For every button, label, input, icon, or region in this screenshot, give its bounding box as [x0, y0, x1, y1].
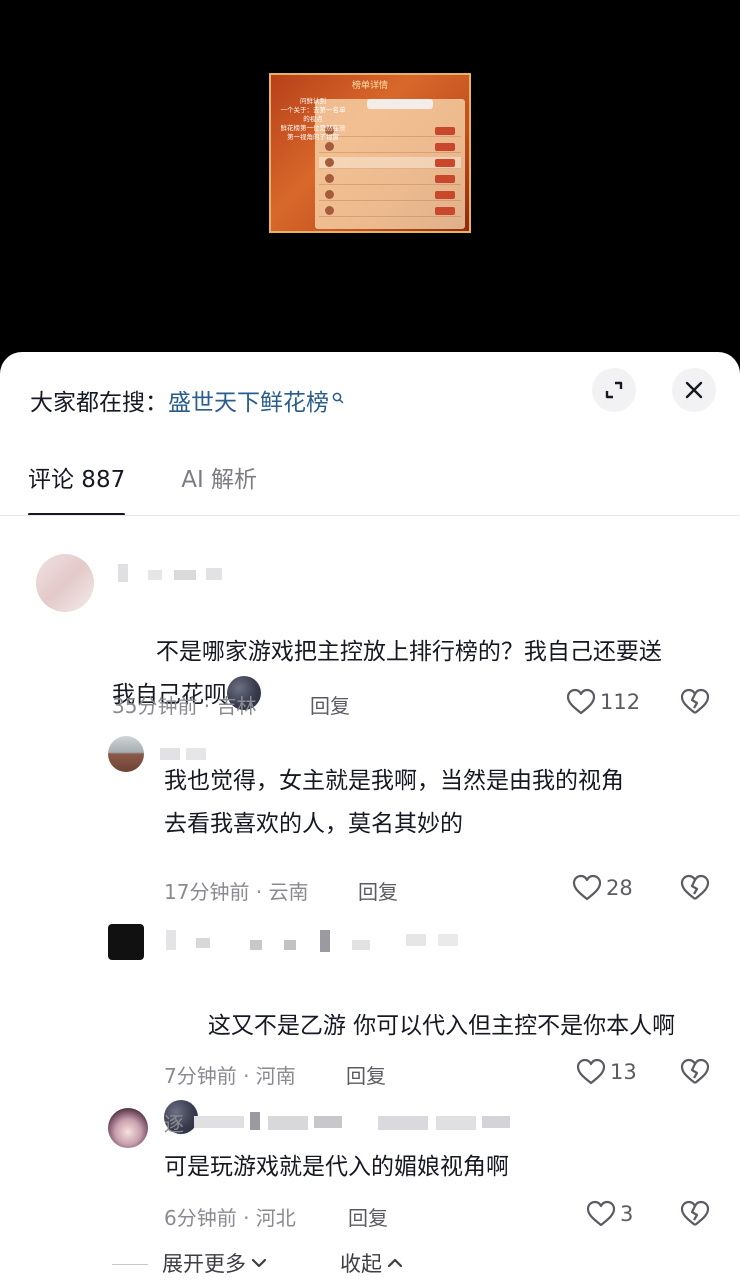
comment-sheet: 大家都在搜： 盛世天下鲜花榜 评论 887 AI 解析 不是哪家游戏把主控放上排… — [0, 352, 740, 1280]
broken-heart-icon — [680, 1058, 710, 1084]
video-area[interactable]: 榜单详情 问鲜认到 一个关于：去第一名单 的视点 鲜花榜第一位是然在没 第一视角… — [0, 0, 740, 380]
comment-meta: 35分钟前 · 吉林 — [112, 690, 257, 719]
close-button[interactable] — [672, 368, 716, 412]
like-count: 28 — [606, 876, 633, 900]
trending-search-term[interactable]: 盛世天下鲜花榜 — [168, 383, 329, 417]
reply-button[interactable]: 回复 — [346, 1060, 386, 1089]
comment-text: 可是玩游戏就是代入的媚娘视角啊 — [164, 1154, 509, 1180]
video-thumbnail[interactable]: 榜单详情 问鲜认到 一个关于：去第一名单 的视点 鲜花榜第一位是然在没 第一视角… — [269, 73, 471, 233]
like-count: 112 — [600, 690, 641, 714]
username-blurred — [118, 564, 228, 582]
expand-icon — [605, 381, 623, 399]
like-count: 3 — [620, 1202, 634, 1226]
comment-meta: 6分钟前 · 河北 — [164, 1202, 296, 1231]
time-location: 35分钟前 · 吉林 — [112, 694, 257, 718]
expand-button[interactable] — [592, 368, 636, 412]
thumbnail-note: 问鲜认到 一个关于：去第一名单 的视点 鲜花榜第一位是然在没 第一视角的子视窗 — [280, 97, 346, 141]
thumbnail-title: 榜单详情 — [351, 81, 388, 91]
heart-icon — [576, 1058, 606, 1085]
chevron-down-icon — [251, 1258, 267, 1268]
username-blurred — [166, 930, 486, 952]
reply-item: 逐 可是玩游戏就是代入的媚娘视角啊 6分钟前 · 河北 回复 3 — [0, 1106, 740, 1236]
search-icon[interactable] — [672, 0, 712, 16]
comment-meta: 7分钟前 · 河南 — [164, 1060, 296, 1089]
username-visible: 逐 — [164, 1112, 184, 1136]
comment-text: 不是哪家游戏把主控放上排行榜的？我自己还要送 我自己花呗 — [112, 639, 662, 710]
comment-text: 我也觉得，女主就是我啊，当然是由我的视角 去看我喜欢的人，莫名其妙的 — [164, 768, 624, 837]
heart-icon — [572, 874, 602, 901]
trending-search-prefix: 大家都在搜： — [30, 390, 168, 416]
reply-button[interactable]: 回复 — [348, 1202, 388, 1231]
dislike-button[interactable] — [680, 1058, 710, 1090]
heart-icon — [566, 688, 596, 715]
reply-item: 这又不是乙游 你可以代入但主控不是你本人啊 7分钟前 · 河南 回复 13 — [0, 922, 740, 1134]
dislike-button[interactable] — [680, 688, 710, 720]
broken-heart-icon — [680, 874, 710, 900]
reply-button[interactable]: 回复 — [310, 690, 350, 719]
time-location: 6分钟前 · 河北 — [164, 1206, 296, 1230]
tabs-divider — [0, 515, 740, 516]
time-location: 17分钟前 · 云南 — [164, 880, 309, 904]
avatar[interactable] — [108, 1108, 148, 1148]
replies-footer: 展开更多 收起 — [0, 1240, 740, 1280]
tab-comments[interactable]: 评论 887 — [28, 460, 126, 516]
collapse-label: 收起 — [340, 1252, 382, 1276]
dislike-button[interactable] — [680, 1200, 710, 1232]
footer-divider — [112, 1264, 148, 1265]
username-blurred: 逐 — [164, 1112, 524, 1136]
like-button[interactable]: 112 — [566, 688, 640, 716]
heart-icon — [586, 1200, 616, 1227]
like-button[interactable]: 3 — [586, 1200, 633, 1228]
search-icon — [332, 384, 344, 410]
reply-item: 我也觉得，女主就是我啊，当然是由我的视角 去看我喜欢的人，莫名其妙的 17分钟前… — [0, 736, 740, 906]
blurred-region — [367, 99, 433, 109]
like-button[interactable]: 13 — [576, 1058, 637, 1086]
expand-more-label: 展开更多 — [162, 1252, 246, 1276]
reply-button[interactable]: 回复 — [358, 876, 398, 905]
avatar[interactable] — [36, 554, 94, 612]
avatar[interactable] — [108, 736, 144, 772]
comment-item: 不是哪家游戏把主控放上排行榜的？我自己还要送 我自己花呗 35分钟前 · 吉林 … — [0, 548, 740, 728]
chevron-up-icon — [387, 1258, 403, 1268]
comment-meta: 17分钟前 · 云南 — [164, 876, 309, 905]
tab-ai-analysis[interactable]: AI 解析 — [181, 460, 257, 516]
collapse-button[interactable]: 收起 — [340, 1248, 404, 1278]
broken-heart-icon — [680, 688, 710, 714]
expand-more-button[interactable]: 展开更多 — [162, 1248, 268, 1278]
close-icon — [685, 381, 703, 399]
like-button[interactable]: 28 — [572, 874, 633, 902]
broken-heart-icon — [680, 1200, 710, 1226]
trending-search[interactable]: 大家都在搜： 盛世天下鲜花榜 — [30, 380, 344, 420]
time-location: 7分钟前 · 河南 — [164, 1064, 296, 1088]
like-count: 13 — [610, 1060, 637, 1084]
comment-tabs: 评论 887 AI 解析 — [28, 460, 313, 516]
avatar[interactable] — [108, 924, 144, 960]
dislike-button[interactable] — [680, 874, 710, 906]
